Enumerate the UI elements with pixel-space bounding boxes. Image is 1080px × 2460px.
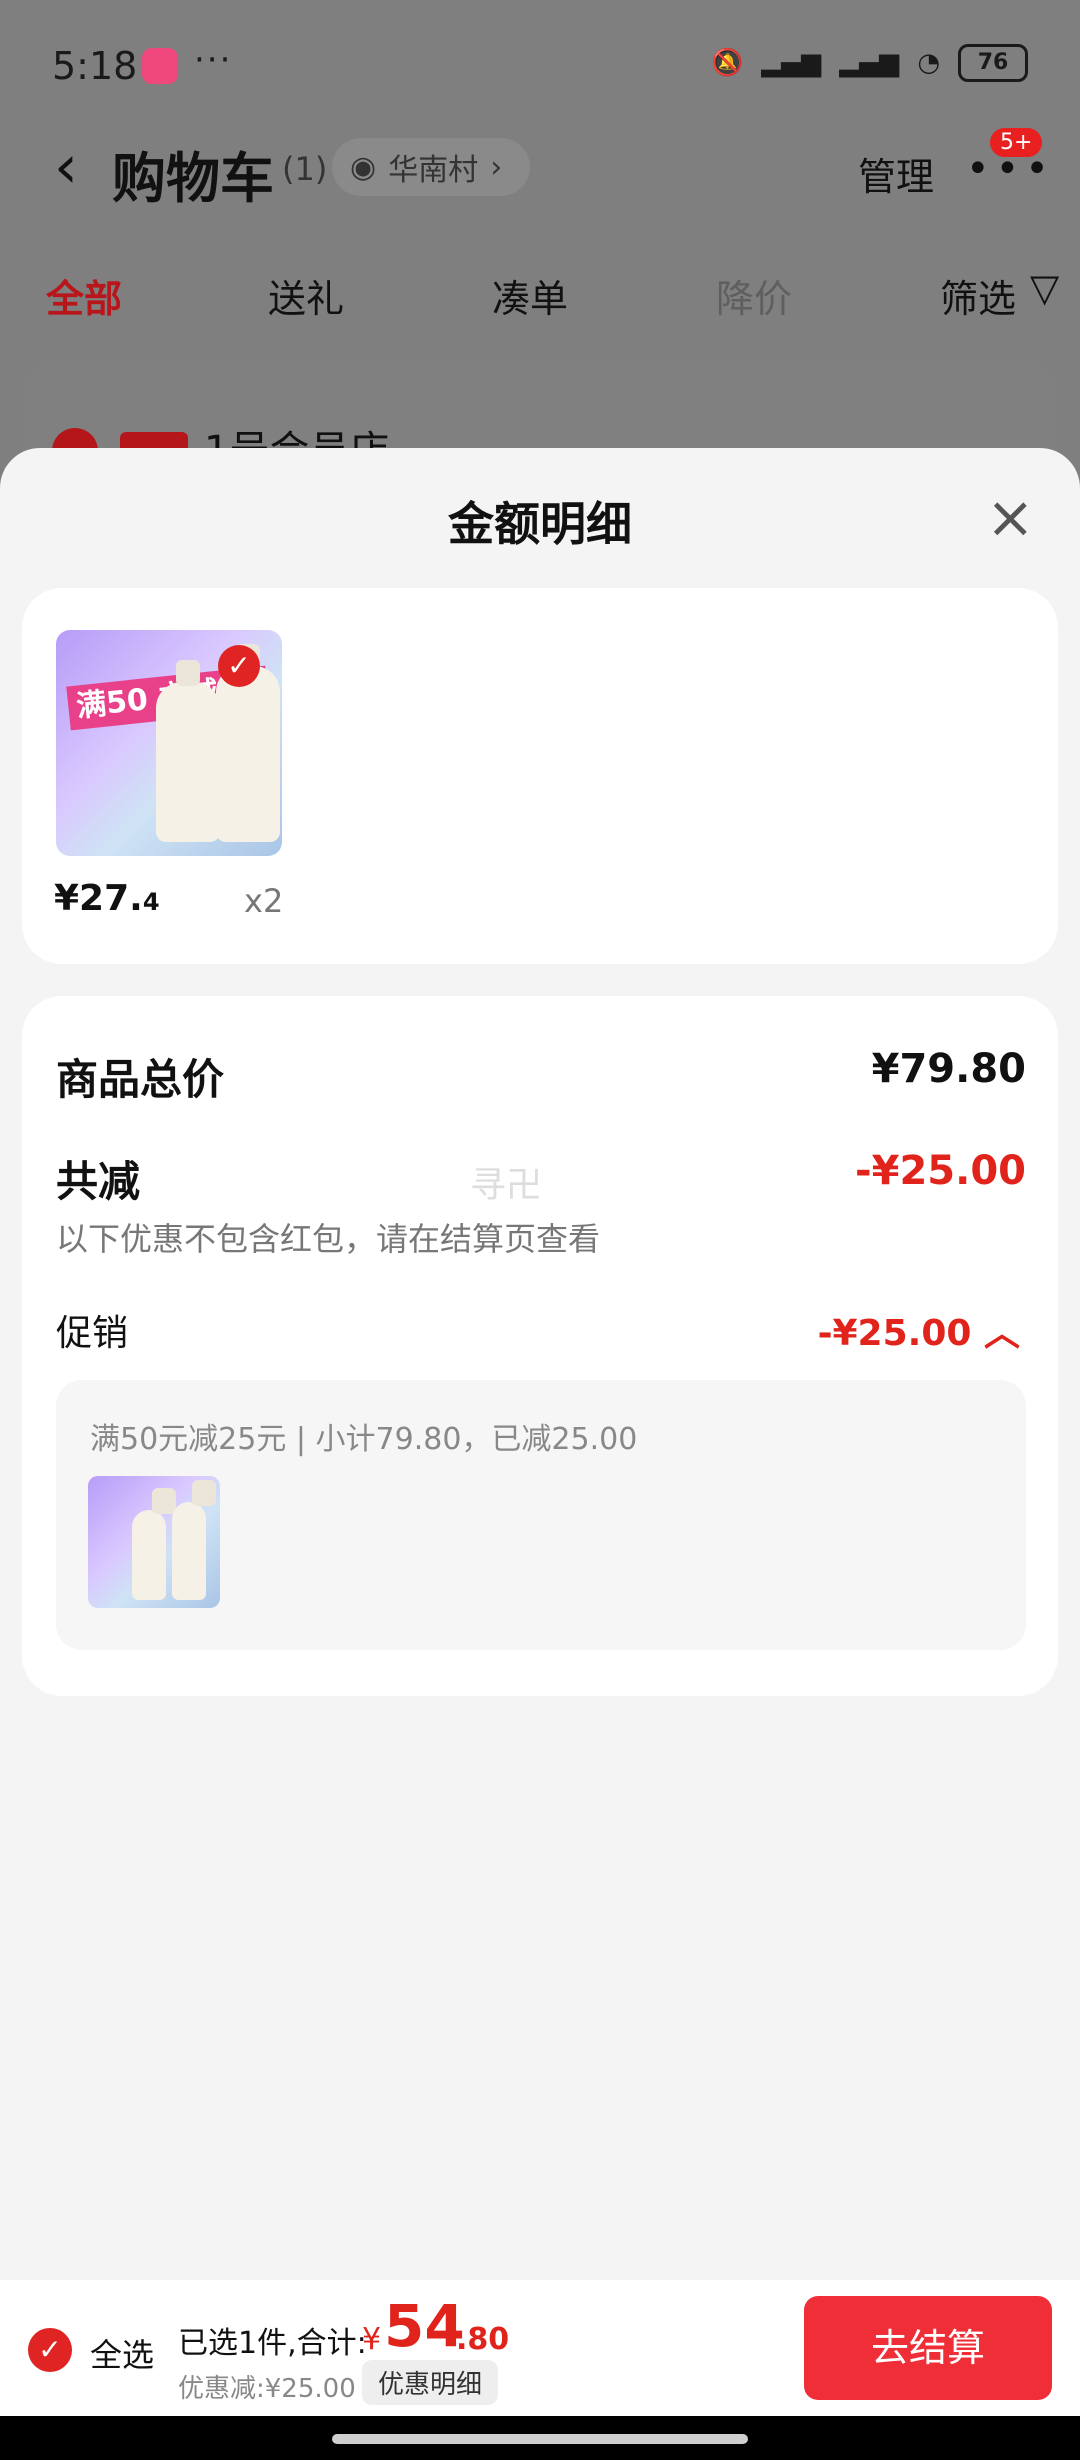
status-time: 5:18 (52, 44, 138, 88)
manage-button[interactable]: 管理 (858, 146, 934, 201)
sheet-title: 金额明细 (448, 497, 632, 551)
location-label: 华南村 (388, 153, 479, 188)
app-notification-icon (142, 48, 178, 84)
promotion-description: 满50元减25元 | 小计79.80，已减25.00 (90, 1422, 638, 1457)
discount-detail-button[interactable]: 优惠明细 (362, 2360, 499, 2405)
total-label: 商品总价 (56, 1055, 225, 1104)
chevron-right-icon: › (490, 149, 503, 185)
more-notifications-icon: ··· (194, 40, 233, 80)
total-value: ¥79.80 (871, 1046, 1026, 1092)
battery-icon: 76 (958, 44, 1028, 82)
promotion-label: 促销 (56, 1313, 129, 1354)
tab-gift[interactable]: 送礼 (268, 268, 344, 323)
milk-bottle-icon (172, 1480, 216, 1600)
discount-label: 共减 (56, 1157, 141, 1206)
select-all-check-icon[interactable]: ✓ (28, 2328, 72, 2372)
selection-summary: 已选1件,合计: (178, 2326, 367, 2361)
cart-count: (1) (282, 150, 328, 188)
milk-bottle-icon (132, 1488, 176, 1600)
chevron-up-icon: ︿ (983, 1313, 1020, 1354)
total-amount-integer: 54 (384, 2292, 465, 2360)
status-icons: 🔕 ▂▄▆ ▂▄▆ ◔ 76 (711, 44, 1028, 82)
discount-summary: 优惠减:¥25.00 (178, 2374, 356, 2404)
eye-icon: ◉ (350, 149, 377, 185)
watermark: 寻卍 (470, 1165, 543, 1206)
home-gesture-bar[interactable] (332, 2434, 748, 2444)
item-price: ¥27.4 (54, 878, 160, 919)
tab-all[interactable]: 全部 (46, 268, 122, 323)
message-badge: 5+ (990, 128, 1043, 157)
total-currency: ¥ (362, 2322, 382, 2357)
tab-bundle[interactable]: 凑单 (492, 268, 568, 323)
total-amount-decimal: .80 (456, 2322, 510, 2357)
wifi-icon: ◔ (917, 48, 940, 78)
back-icon[interactable]: ‹ (54, 132, 78, 202)
promotion-value: -¥25.00 (817, 1313, 972, 1354)
milk-bottle-icon (156, 660, 220, 842)
close-icon[interactable]: × (986, 488, 1035, 546)
signal-icon-2: ▂▄▆ (839, 48, 900, 78)
milk-bottle-icon (216, 644, 280, 842)
discount-value: -¥25.00 (855, 1148, 1026, 1194)
checkout-button[interactable]: 去结算 (804, 2296, 1052, 2400)
location-selector[interactable]: ◉ 华南村 › (332, 138, 531, 196)
tab-price-drop[interactable]: 降价 (716, 268, 792, 323)
item-quantity: x2 (244, 882, 284, 920)
promotion-product-thumbnail[interactable] (88, 1476, 220, 1608)
select-all-label[interactable]: 全选 (90, 2330, 154, 2376)
promotion-toggle[interactable]: -¥25.00 ︿ (818, 1304, 1020, 1356)
item-check-icon[interactable]: ✓ (218, 645, 260, 687)
mute-icon: 🔕 (710, 48, 744, 78)
status-bar: 5:18 ··· 🔕 ▂▄▆ ▂▄▆ ◔ 76 (0, 0, 1080, 130)
discount-note: 以下优惠不包含红包，请在结算页查看 (56, 1220, 601, 1258)
filter-icon[interactable]: ▽ (1030, 266, 1059, 310)
page-title: 购物车 (112, 147, 274, 210)
signal-icon: ▂▄▆ (761, 48, 822, 78)
tab-filter[interactable]: 筛选 (940, 268, 1016, 323)
